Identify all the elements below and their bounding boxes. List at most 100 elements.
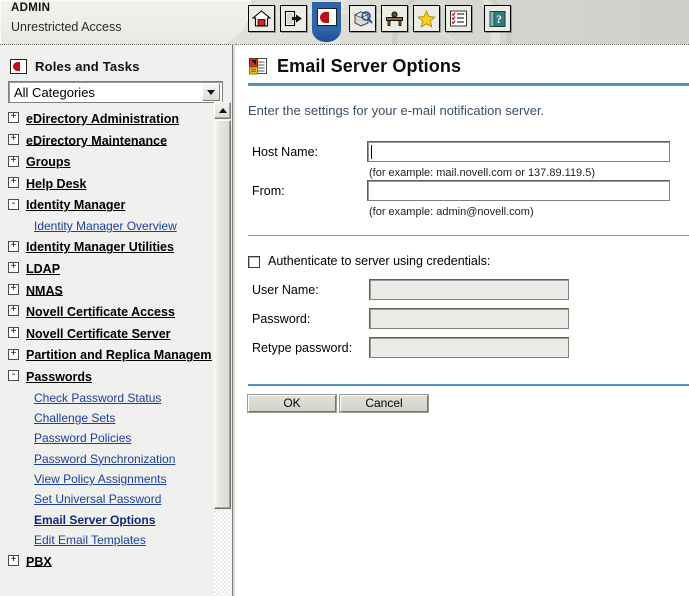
view-objects-icon[interactable] [349,5,376,32]
page-title-row: Email Server Options [248,56,461,77]
scrollbar-track[interactable] [214,511,231,596]
expand-icon[interactable]: + [8,262,19,274]
tree-node-label[interactable]: Novell Certificate Access [26,305,175,319]
tree-node-label[interactable]: eDirectory Administration [26,112,179,126]
tree-node: + eDirectory Administration [0,111,212,133]
tree-node-label[interactable]: Groups [26,155,70,169]
expand-icon[interactable]: + [8,305,19,317]
help-icon[interactable]: ? [484,5,511,32]
tree-child-link[interactable]: Email Server Options [34,513,155,527]
tree-node: + Novell Certificate Server [0,326,212,348]
email-server-options-icon [248,57,268,77]
ok-button[interactable]: OK [248,395,336,412]
password-input[interactable] [369,308,569,329]
star-icon-glyph [417,9,436,28]
tree-child-link[interactable]: Password Synchronization [34,452,175,466]
retype-password-input[interactable] [369,337,569,358]
configure-icon[interactable] [381,5,408,32]
exit-icon[interactable] [280,5,307,32]
home-icon-glyph [252,10,271,27]
collapse-icon[interactable]: - [8,370,19,382]
from-label: From: [252,184,285,198]
page-title: Email Server Options [277,56,462,76]
tree-node-label[interactable]: Novell Certificate Server [26,327,171,341]
tree-node: + Identity Manager Utilities [0,239,212,261]
roles-and-tasks-half-circle [319,11,329,23]
tree-node-label[interactable]: Passwords [26,370,92,384]
roles-and-tasks-panel-icon-half [13,61,20,71]
tree-node: + NMAS [0,283,212,305]
tree-child-row: View Policy Assignments [0,472,212,492]
imanager-window: ADMIN Unrestricted Access ? Roles and Ta… [0,0,689,596]
tree-child-link[interactable]: Set Universal Password [34,492,161,506]
chevron-down-icon[interactable] [202,83,220,101]
cancel-button[interactable]: Cancel [340,395,428,412]
sidebar-scrollbar[interactable] [214,102,231,596]
host-name-hint: (for example: mail.novell.com or 137.89.… [369,167,596,179]
tree-node-label[interactable]: Partition and Replica Management [26,348,212,362]
tree-child-row: Password Policies [0,431,212,451]
tree-node-label[interactable]: Identity Manager [26,198,125,212]
admin-username: ADMIN [11,2,51,14]
tree-node: - Passwords [0,369,212,391]
tree-child-row: Password Synchronization [0,452,212,472]
tree-child-row: Set Universal Password [0,492,212,512]
tree-child-link[interactable]: Identity Manager Overview [34,219,177,233]
svg-text:?: ? [496,12,502,26]
help-book-icon-glyph: ? [489,10,506,27]
tree-node-label[interactable]: LDAP [26,262,60,276]
tree-child-link[interactable]: Edit Email Templates [34,533,146,547]
expand-icon[interactable]: + [8,554,19,566]
expand-icon[interactable]: + [8,283,19,295]
tree-node-label[interactable]: eDirectory Maintenance [26,133,167,147]
tree-child-link[interactable]: Check Password Status [34,391,161,405]
top-header: ADMIN Unrestricted Access ? [0,0,689,44]
tree-child-row: Identity Manager Overview [0,219,212,239]
tree-child-link[interactable]: Password Policies [34,431,131,445]
tree-child-link[interactable]: Challenge Sets [34,411,115,425]
retype-password-label: Retype password: [252,341,353,355]
chevron-down-glyph [207,89,215,95]
expand-icon[interactable]: + [8,177,19,189]
expand-icon[interactable]: + [8,348,19,360]
text-caret [371,145,372,159]
page-intro-text: Enter the settings for your e-mail notif… [248,103,545,118]
scrollbar-thumb[interactable] [214,120,231,509]
user-name-label: User Name: [252,283,319,297]
from-input[interactable] [367,180,670,201]
collapse-icon[interactable]: - [8,198,19,210]
content-area: Email Server Options Enter the settings … [235,44,689,596]
expand-icon[interactable]: + [8,240,19,252]
tree-node-label[interactable]: Identity Manager Utilities [26,240,174,254]
exit-icon-glyph [284,10,302,27]
roles-and-tasks-icon[interactable] [312,2,341,42]
expand-icon[interactable]: + [8,327,19,339]
category-select[interactable]: All Categories [8,81,223,103]
home-icon[interactable] [248,5,275,32]
roles-and-tasks-panel: Roles and Tasks All Categories + eDirecto… [0,44,233,596]
tree-child-link[interactable]: View Policy Assignments [34,472,167,486]
button-bar-divider [248,384,689,386]
task-list-icon[interactable] [445,5,472,32]
scroll-up-arrow-icon [218,108,227,113]
tree-node-label[interactable]: Help Desk [26,177,86,191]
host-name-label: Host Name: [252,145,318,159]
expand-icon[interactable]: + [8,112,19,124]
task-list-icon-glyph [450,10,467,27]
favorites-icon[interactable] [413,5,440,32]
authenticate-checkbox[interactable] [248,256,260,268]
expand-icon[interactable]: + [8,133,19,145]
from-hint: (for example: admin@novell.com) [369,206,534,218]
configure-icon-glyph [386,11,403,26]
title-underline [248,83,689,86]
tree-node-label[interactable]: PBX [26,554,52,568]
admin-access-level: Unrestricted Access [11,20,122,34]
tree-node-label[interactable]: NMAS [26,283,63,297]
expand-icon[interactable]: + [8,155,19,167]
host-name-input[interactable] [367,141,670,162]
tree-child-row: Email Server Options [0,513,212,533]
roles-and-tasks-tree: + eDirectory Administration + eDirectory Ma… [0,111,212,596]
password-label: Password: [252,312,311,326]
user-name-input[interactable] [369,279,569,300]
scroll-up-button[interactable] [214,102,231,119]
